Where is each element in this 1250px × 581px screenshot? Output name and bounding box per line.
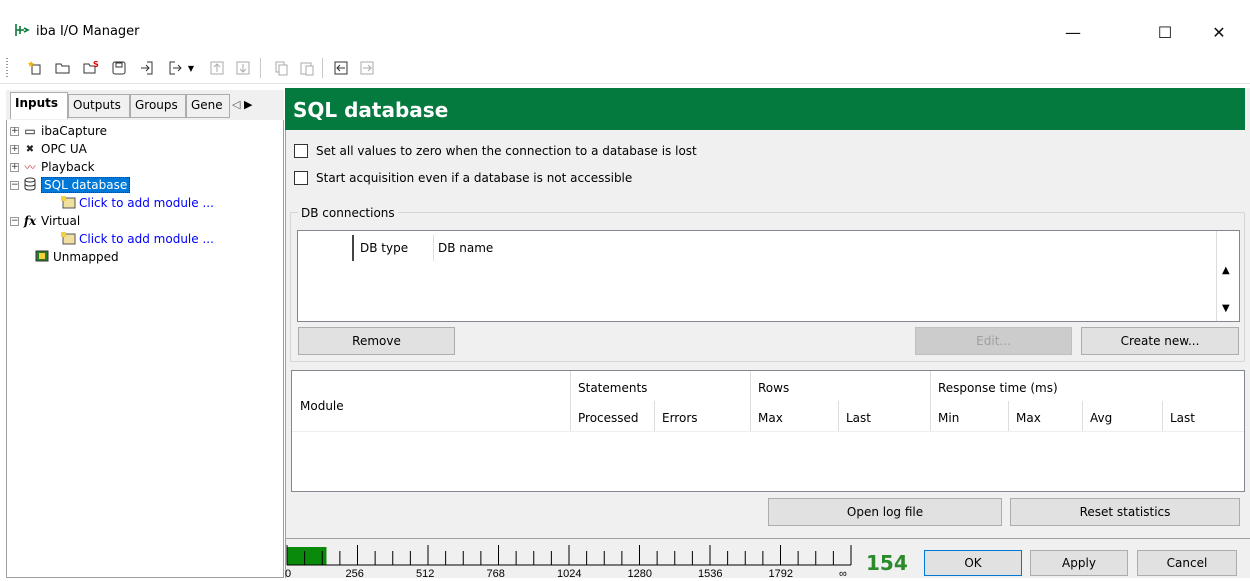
signal-count: 154 (866, 551, 908, 575)
open-folder-icon[interactable] (52, 57, 74, 79)
scale-tick-label: 1024 (557, 568, 581, 578)
create-new-button[interactable]: Create new... (1081, 327, 1239, 355)
playback-icon: 〰 (24, 161, 36, 174)
reset-statistics-button[interactable]: Reset statistics (1010, 498, 1240, 526)
collapse-icon[interactable]: − (10, 180, 19, 190)
scale-tick-label: 1280 (628, 568, 652, 578)
unmapped-icon (34, 249, 50, 266)
usage-scale-graphic: 0 256 512 768 1024 1280 1536 1792 ∞ (285, 545, 852, 580)
toolbar: S ▼ (0, 52, 1250, 84)
column-header-errors: Errors (662, 411, 698, 425)
function-icon: fx (23, 214, 37, 228)
new-star-icon[interactable] (24, 57, 46, 79)
tab-general[interactable]: Gene (186, 94, 230, 118)
cancel-button[interactable]: Cancel (1137, 550, 1237, 576)
tree-item-unmapped[interactable]: Unmapped (34, 248, 119, 266)
start-acquisition-checkbox[interactable] (294, 171, 308, 185)
edit-button: Edit... (915, 327, 1072, 355)
tree-item-playback[interactable]: + 〰 Playback (10, 158, 95, 176)
tab-inputs[interactable]: Inputs (10, 92, 68, 119)
db-connections-label: DB connections (298, 206, 398, 220)
column-group-statements: Statements (578, 381, 648, 395)
column-header-processed: Processed (578, 411, 639, 425)
statistics-table[interactable]: Module Statements Rows Response time (ms… (291, 370, 1245, 492)
tab-scroll-arrows[interactable]: ◁ ▶ (232, 98, 252, 111)
tree-item-ibacapture[interactable]: + ▭ ibaCapture (10, 122, 107, 140)
column-header-response-max: Max (1016, 411, 1041, 425)
collapse-icon[interactable]: − (10, 216, 19, 226)
column-header-rows-last: Last (846, 411, 871, 425)
app-icon (14, 22, 32, 38)
usage-bar (287, 547, 327, 565)
maximize-button[interactable]: ☐ (1142, 14, 1188, 50)
copy-icon (270, 57, 292, 79)
scale-tick-label: 1792 (769, 568, 793, 578)
database-icon (22, 177, 38, 194)
export-dropdown-icon[interactable]: ▼ (186, 57, 196, 79)
column-header-avg: Avg (1090, 411, 1113, 425)
import-icon[interactable] (136, 57, 158, 79)
expand-icon[interactable]: + (10, 126, 19, 136)
export-icon[interactable] (164, 57, 186, 79)
scale-tick-label: 768 (487, 568, 505, 578)
scale-tick-label: ∞ (839, 568, 847, 578)
move-down-icon (232, 57, 254, 79)
tree-item-sql-database[interactable]: − SQL database (10, 176, 131, 194)
column-header-rows-max: Max (758, 411, 783, 425)
open-save-icon[interactable]: S (80, 57, 102, 79)
tab-groups[interactable]: Groups (130, 94, 186, 118)
paste-icon (296, 57, 318, 79)
tree-item-virtual-add-module[interactable]: Click to add module ... (60, 230, 214, 248)
collapse-left-icon[interactable] (330, 57, 352, 79)
scale-tick-label: 1536 (698, 568, 722, 578)
scale-tick-label: 256 (346, 568, 364, 578)
column-group-response-time: Response time (ms) (938, 381, 1058, 395)
move-up-icon (206, 57, 228, 79)
expand-icon[interactable]: + (10, 144, 19, 154)
remove-button[interactable]: Remove (298, 327, 455, 355)
minimize-button[interactable]: — (1050, 14, 1096, 50)
opc-ua-icon: ✖ (25, 143, 35, 155)
column-header-module: Module (300, 399, 344, 413)
save-icon[interactable] (108, 57, 130, 79)
zero-on-loss-checkbox[interactable] (294, 144, 308, 158)
column-header-min: Min (938, 411, 960, 425)
ok-button[interactable]: OK (924, 550, 1022, 576)
column-header-response-last: Last (1170, 411, 1195, 425)
chevron-left-icon[interactable]: ◁ (232, 98, 240, 111)
scale-tick-label: 512 (416, 568, 434, 578)
scroll-up-icon[interactable]: ▲ (1222, 265, 1230, 276)
scroll-down-icon[interactable]: ▼ (1222, 303, 1230, 314)
tree-item-sql-add-module[interactable]: Click to add module ... (60, 194, 214, 212)
signal-usage-scale: 0 256 512 768 1024 1280 1536 1792 ∞ (285, 543, 855, 580)
db-connections-list[interactable]: DB type DB name ▲ ▼ (297, 230, 1240, 322)
expand-right-icon (356, 57, 378, 79)
open-log-file-button[interactable]: Open log file (768, 498, 1002, 526)
column-header-db-type[interactable]: DB type (360, 241, 408, 255)
chevron-right-icon[interactable]: ▶ (244, 98, 252, 111)
apply-button[interactable]: Apply (1030, 550, 1128, 576)
close-button[interactable]: ✕ (1196, 14, 1242, 50)
add-module-icon (60, 231, 76, 248)
page-title: SQL database (285, 88, 1245, 130)
scale-tick-label: 0 (285, 568, 291, 578)
tab-outputs[interactable]: Outputs (68, 94, 130, 118)
svg-text:S: S (93, 60, 99, 69)
tree-item-opcua[interactable]: + ✖ OPC UA (10, 140, 87, 158)
add-module-icon (60, 195, 76, 212)
window-title: iba I/O Manager (36, 24, 140, 39)
column-header-db-name[interactable]: DB name (438, 241, 493, 255)
camera-icon: ▭ (24, 124, 36, 138)
tree-item-virtual[interactable]: − fx Virtual (10, 212, 80, 230)
expand-icon[interactable]: + (10, 162, 19, 172)
zero-on-loss-label: Set all values to zero when the connecti… (316, 144, 697, 158)
column-group-rows: Rows (758, 381, 790, 395)
start-acquisition-label: Start acquisition even if a database is … (316, 171, 633, 185)
